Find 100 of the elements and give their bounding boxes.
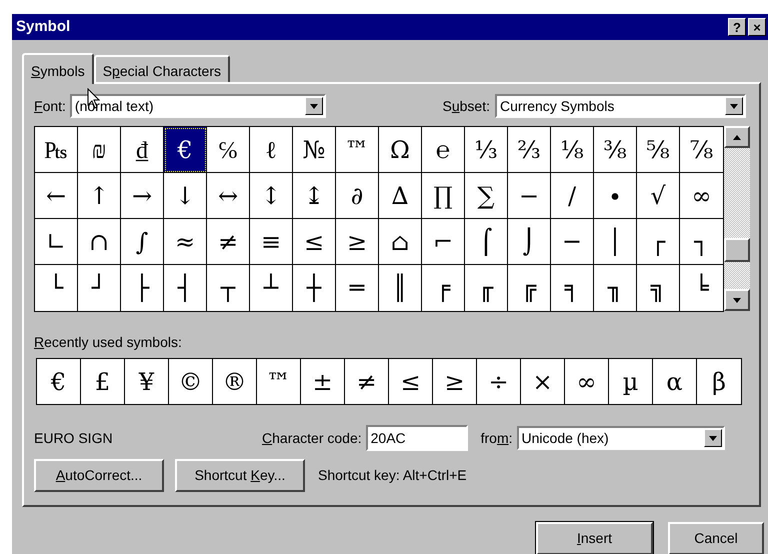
symbol-cell[interactable]: ⅓ (465, 127, 508, 173)
symbol-cell[interactable]: └ (35, 265, 78, 311)
symbol-cell[interactable]: ≤ (389, 359, 433, 404)
symbol-cell[interactable]: © (169, 359, 213, 404)
character-code-label: Character code: (262, 428, 362, 448)
help-button[interactable]: ? (728, 18, 746, 36)
symbol-cell[interactable]: ║ (379, 265, 422, 311)
symbol-cell[interactable]: № (293, 127, 336, 173)
tab[interactable]: Symbols (22, 53, 94, 84)
symbol-cell[interactable]: ∩ (78, 219, 121, 265)
symbol-cell[interactable]: ≡ (250, 219, 293, 265)
symbol-cell[interactable]: α (653, 359, 697, 404)
symbol-cell[interactable]: ⌡ (508, 219, 551, 265)
character-name: EURO SIGN (34, 428, 114, 448)
symbol-cell[interactable]: ≠ (345, 359, 389, 404)
scroll-thumb[interactable] (724, 238, 750, 262)
symbol-cell[interactable]: ↑ (78, 173, 121, 219)
shortcut-key-button[interactable]: Shortcut Key... (175, 459, 305, 492)
subset-dropdown[interactable]: Currency Symbols (495, 94, 746, 118)
symbol-cell[interactable]: ∏ (422, 173, 465, 219)
symbol-cell[interactable]: £ (81, 359, 125, 404)
symbol-cell[interactable]: ≈ (164, 219, 207, 265)
symbol-cell[interactable]: − (508, 173, 551, 219)
symbol-cell[interactable]: ≠ (207, 219, 250, 265)
symbol-cell[interactable]: ∞ (565, 359, 609, 404)
symbol-cell[interactable]: ╓ (465, 265, 508, 311)
symbol-cell[interactable]: × (521, 359, 565, 404)
symbol-cell[interactable]: ⅛ (551, 127, 594, 173)
symbol-cell[interactable]: │ (594, 219, 637, 265)
symbol-cell[interactable]: ╒ (422, 265, 465, 311)
subset-label: Subset: (442, 96, 490, 116)
symbol-cell[interactable]: € (37, 359, 81, 404)
symbol-cell[interactable]: ∆ (379, 173, 422, 219)
scroll-down-button[interactable] (724, 289, 750, 311)
symbol-cell[interactable]: ⅔ (508, 127, 551, 173)
from-dropdown[interactable]: Unicode (hex) (516, 426, 725, 450)
symbol-cell[interactable]: ← (35, 173, 78, 219)
symbol-cell[interactable]: ↔ (207, 173, 250, 219)
symbol-cell[interactable]: ┤ (164, 265, 207, 311)
close-button[interactable]: × (748, 18, 766, 36)
symbol-cell[interactable]: ╕ (551, 265, 594, 311)
symbol-cell[interactable]: ═ (336, 265, 379, 311)
symbol-cell[interactable]: ∂ (336, 173, 379, 219)
symbol-cell[interactable]: ╘ (680, 265, 723, 311)
symbol-cell[interactable]: ╖ (594, 265, 637, 311)
symbol-cell[interactable]: ⅜ (594, 127, 637, 173)
symbol-cell[interactable]: ∙ (594, 173, 637, 219)
symbol-cell[interactable]: ╗ (637, 265, 680, 311)
symbol-cell[interactable]: ⌐ (422, 219, 465, 265)
symbol-cell[interactable]: ¥ (125, 359, 169, 404)
symbol-cell[interactable]: ╔ (508, 265, 551, 311)
symbol-cell[interactable]: ⅞ (680, 127, 723, 173)
symbol-cell[interactable]: ≥ (433, 359, 477, 404)
symbol-cell[interactable]: ┌ (637, 219, 680, 265)
symbol-cell[interactable]: ₧ (35, 127, 78, 173)
scroll-up-button[interactable] (724, 126, 750, 148)
symbol-cell[interactable]: ├ (121, 265, 164, 311)
symbol-cell[interactable]: ℮ (422, 127, 465, 173)
cancel-button[interactable]: Cancel (668, 522, 764, 554)
symbol-cell[interactable]: ┴ (250, 265, 293, 311)
symbol-cell[interactable]: ∞ (680, 173, 723, 219)
character-code-field[interactable]: 20AC (366, 425, 468, 451)
symbol-cell[interactable]: → (121, 173, 164, 219)
symbol-cell[interactable]: ∑ (465, 173, 508, 219)
insert-button[interactable]: Insert (536, 522, 653, 554)
symbol-cell[interactable]: ≥ (336, 219, 379, 265)
symbol-cell[interactable]: ™ (336, 127, 379, 173)
symbol-cell[interactable]: ↓ (164, 173, 207, 219)
symbol-cell[interactable]: ∫ (121, 219, 164, 265)
symbol-cell[interactable]: ÷ (477, 359, 521, 404)
recent-symbols-label: Recently used symbols: (34, 333, 183, 352)
symbol-cell[interactable]: ┼ (293, 265, 336, 311)
symbol-cell[interactable]: ™ (257, 359, 301, 404)
symbol-cell[interactable]: ↕ (250, 173, 293, 219)
symbol-cell[interactable]: ∕ (551, 173, 594, 219)
symbol-cell[interactable]: ℅ (207, 127, 250, 173)
symbol-cell[interactable]: ┘ (78, 265, 121, 311)
symbol-cell[interactable]: ┬ (207, 265, 250, 311)
symbol-cell[interactable]: ─ (551, 219, 594, 265)
symbol-cell[interactable]: Ω (379, 127, 422, 173)
symbol-cell[interactable]: ┐ (680, 219, 723, 265)
symbol-cell[interactable]: ± (301, 359, 345, 404)
symbol-cell[interactable]: ⌂ (379, 219, 422, 265)
font-dropdown[interactable]: (normal text) (70, 94, 326, 118)
autocorrect-button[interactable]: AutoCorrect... (34, 459, 164, 492)
symbol-cell[interactable]: ∟ (35, 219, 78, 265)
symbol-cell[interactable]: ℓ (250, 127, 293, 173)
symbol-cell[interactable]: ® (213, 359, 257, 404)
symbol-cell[interactable]: √ (637, 173, 680, 219)
tab[interactable]: Special Characters (94, 55, 230, 82)
scrollbar[interactable] (724, 126, 750, 311)
symbol-cell[interactable]: ⌠ (465, 219, 508, 265)
symbol-cell[interactable]: € (164, 127, 207, 173)
symbol-cell[interactable]: ≤ (293, 219, 336, 265)
symbol-cell[interactable]: ⅝ (637, 127, 680, 173)
window-title: Symbol (16, 16, 70, 37)
symbol-cell[interactable]: ↨ (293, 173, 336, 219)
symbol-cell[interactable]: β (697, 359, 741, 404)
symbol-cell[interactable]: ₪ (78, 127, 121, 173)
symbol-cell[interactable]: µ (609, 359, 653, 404)
